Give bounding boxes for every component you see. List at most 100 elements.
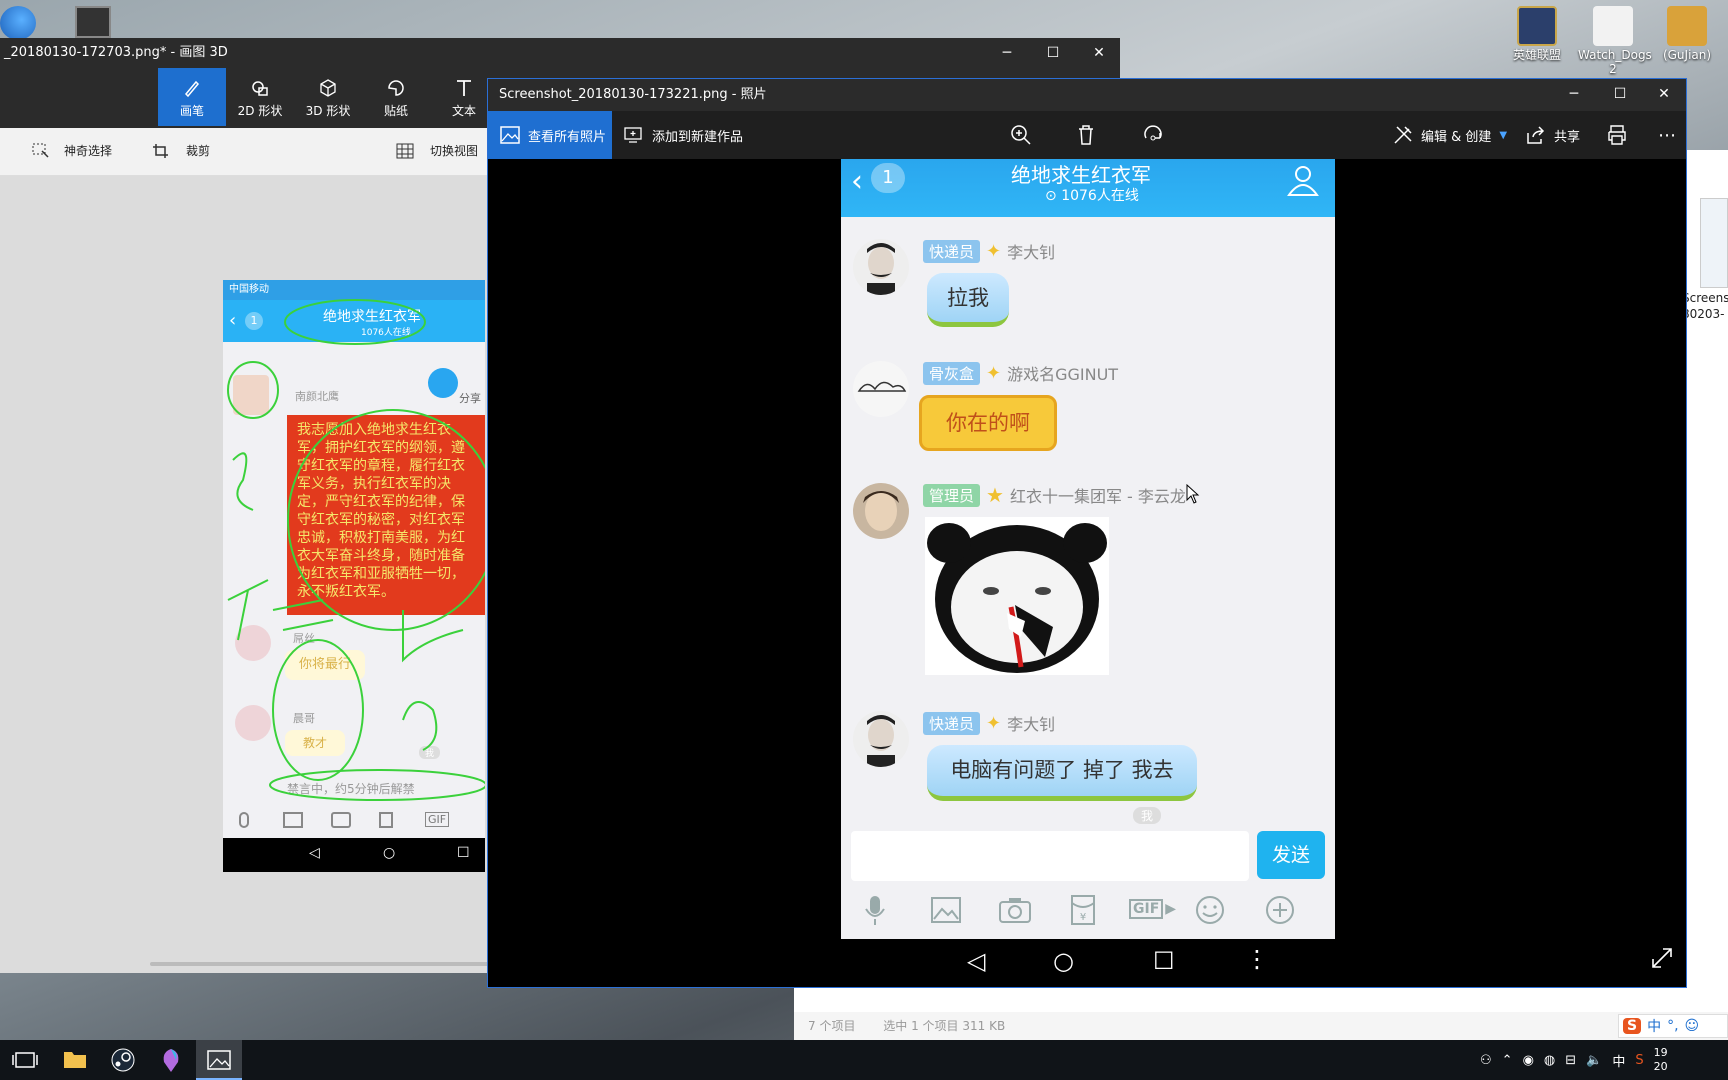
share-button[interactable]: 共享 [1526, 111, 1580, 159]
zoom-in-button[interactable] [1010, 111, 1032, 159]
sender-name: 李大钊 [1007, 715, 1056, 734]
tab-brushes[interactable]: 画笔 [158, 68, 226, 126]
emoji-icon[interactable] [1195, 895, 1225, 925]
phone-screenshot: ‹ 1 绝地求生红衣军 ⊙ 1076人在线 快递员 ✦ 李大钊 拉我 骨灰盒 ✦… [841, 159, 1335, 939]
desktop-icon-watchdogs[interactable]: Watch_Dogs 2 [1578, 6, 1652, 76]
minimize-button[interactable]: ─ [984, 38, 1030, 68]
message-input[interactable] [851, 831, 1249, 881]
close-button[interactable]: ✕ [1076, 38, 1120, 68]
role-badge: 管理员 [923, 483, 981, 507]
desktop-icon-league[interactable]: 英雄联盟 [1502, 6, 1572, 62]
avatar[interactable] [853, 711, 909, 767]
magic-select-icon [32, 143, 49, 158]
nav-back-icon[interactable]: ◁ [967, 947, 985, 975]
desktop-icon-partial[interactable] [0, 6, 36, 40]
tab-label: 画笔 [179, 104, 204, 118]
android-nav-bar: ◁ ○ ☐ ⋮ [841, 939, 1335, 987]
chat-message: 管理员 ★ 红衣十一集团军 - 李云龙 [853, 483, 1323, 683]
input-language[interactable]: 中 [1612, 1051, 1625, 1070]
back-button[interactable]: ‹ [851, 167, 863, 197]
task-view-button[interactable] [2, 1040, 48, 1080]
system-tray: ⚇ ⌃ ◉ ◍ ⊟ 🔈 中 S 19 20 [1480, 1040, 1668, 1080]
rotate-button[interactable] [1142, 111, 1164, 159]
sender-line: 骨灰盒 ✦ 游戏名GGINUT [923, 361, 1118, 385]
taskbar-paint3d[interactable] [148, 1040, 194, 1080]
photos-command-bar: 查看所有照片 添加到新建作品 编辑 & 创建 ▼ 共享 ⋯ [488, 111, 1686, 159]
add-to-creation-button[interactable]: 添加到新建作品 [624, 111, 743, 159]
nav-recent-icon[interactable]: ☐ [1153, 947, 1175, 975]
image-icon[interactable] [931, 897, 961, 923]
online-count: ⊙ 1076人在线 [1045, 185, 1139, 205]
view-all-photos-button[interactable]: 查看所有照片 [488, 111, 612, 159]
delete-button[interactable] [1076, 111, 1096, 159]
explorer-thumb-label: Screens 80203- [1682, 291, 1728, 321]
red-packet-icon[interactable]: ¥ [1071, 895, 1095, 925]
fullscreen-icon[interactable] [1651, 947, 1673, 969]
message-bubble[interactable]: 电脑有问题了 掉了 我去 [927, 745, 1197, 801]
edit-create-button[interactable]: 编辑 & 创建 ▼ [1393, 111, 1507, 159]
print-button[interactable] [1606, 111, 1628, 159]
gujian-icon [1667, 6, 1707, 46]
plus-icon[interactable] [1265, 895, 1295, 925]
more-options-button[interactable]: ⋯ [1658, 111, 1676, 159]
maximize-button[interactable]: ☐ [1597, 79, 1643, 109]
canvas-phone-screenshot[interactable]: 中国移动 ‹ 1 绝地求生红衣军 1076人在线 分享 南颜北鹰 我志愿加入绝地… [223, 280, 485, 872]
trash-icon [1079, 125, 1093, 145]
clock-icon: ⊙ [1045, 188, 1057, 204]
crop-button[interactable]: 裁剪 [152, 142, 210, 159]
sticker-image[interactable] [925, 517, 1109, 675]
rotate-icon [1144, 125, 1162, 141]
canvas-scrollbar[interactable] [150, 962, 490, 966]
microphone-icon[interactable] [863, 895, 887, 927]
minimize-button[interactable]: ─ [1551, 79, 1597, 109]
message-bubble[interactable]: 拉我 [927, 273, 1009, 327]
desktop-icon-app[interactable] [75, 6, 111, 38]
group-members-icon[interactable] [1286, 163, 1320, 197]
close-button[interactable]: ✕ [1641, 79, 1687, 109]
desktop-icon-label: 英雄联盟 [1512, 48, 1561, 62]
qq-icon[interactable]: ◉ [1523, 1053, 1534, 1068]
nav-home-icon[interactable]: ○ [1053, 947, 1074, 975]
network-icon[interactable]: ⊟ [1565, 1053, 1576, 1068]
edit-create-label: 编辑 & 创建 [1421, 129, 1492, 145]
watch-dogs-icon [1593, 6, 1633, 46]
group-name: 绝地求生红衣军 [1011, 163, 1151, 187]
ime-toolbar[interactable]: S 中 °, ☺ [1618, 1014, 1728, 1038]
chevron-up-icon[interactable]: ⌃ [1502, 1053, 1513, 1068]
sogou-tray-icon[interactable]: S [1635, 1053, 1643, 1068]
maximize-button[interactable]: ☐ [1030, 38, 1076, 68]
nav-menu-icon[interactable]: ⋮ [1245, 945, 1269, 973]
steam-tray-icon[interactable]: ◍ [1544, 1053, 1555, 1068]
tab-stickers[interactable]: 贴纸 [362, 68, 430, 126]
gif-button[interactable]: GIF ▶ [1129, 899, 1176, 919]
desktop-icon-gujian[interactable]: (GuJian) [1652, 6, 1722, 62]
taskbar-photos[interactable] [196, 1040, 242, 1080]
taskbar-steam[interactable] [100, 1040, 146, 1080]
magic-select-button[interactable]: 神奇选择 [32, 142, 112, 159]
star-icon: ★ [986, 483, 1004, 507]
video-icon: ▶ [1165, 901, 1177, 917]
volume-icon[interactable]: 🔈 [1586, 1053, 1602, 1068]
taskbar-file-explorer[interactable] [52, 1040, 98, 1080]
tab-2d-shapes[interactable]: 2D 形状 [226, 68, 294, 126]
camera-icon[interactable] [999, 897, 1031, 923]
people-icon[interactable]: ⚇ [1480, 1053, 1492, 1068]
avatar[interactable] [853, 483, 909, 539]
svg-text:¥: ¥ [1080, 912, 1086, 923]
explorer-thumbnail[interactable] [1700, 198, 1728, 288]
message-text: 电脑有问题了 掉了 我去 [950, 758, 1174, 782]
avatar[interactable] [853, 239, 909, 295]
clock[interactable]: 19 20 [1654, 1046, 1668, 1074]
message-bubble[interactable]: 你在的啊 [919, 395, 1057, 451]
sender-line: 快递员 ✦ 李大钊 [923, 711, 1055, 735]
tab-3d-shapes[interactable]: 3D 形状 [294, 68, 362, 126]
avatar[interactable] [853, 361, 909, 417]
input-toolbar: ¥ GIF ▶ [841, 885, 1335, 939]
send-button[interactable]: 发送 [1257, 831, 1325, 879]
add-new-label: 添加到新建作品 [652, 129, 744, 145]
paint3d-title: _20180130-172703.png* - 画图 3D [4, 45, 228, 60]
mouse-cursor-icon [1186, 484, 1200, 504]
tab-label: 贴纸 [383, 104, 408, 118]
switch-view-button[interactable]: 切换视图 [396, 142, 478, 159]
explorer-status-bar: 7 个项目 选中 1 个项目 311 KB [794, 1012, 1728, 1040]
